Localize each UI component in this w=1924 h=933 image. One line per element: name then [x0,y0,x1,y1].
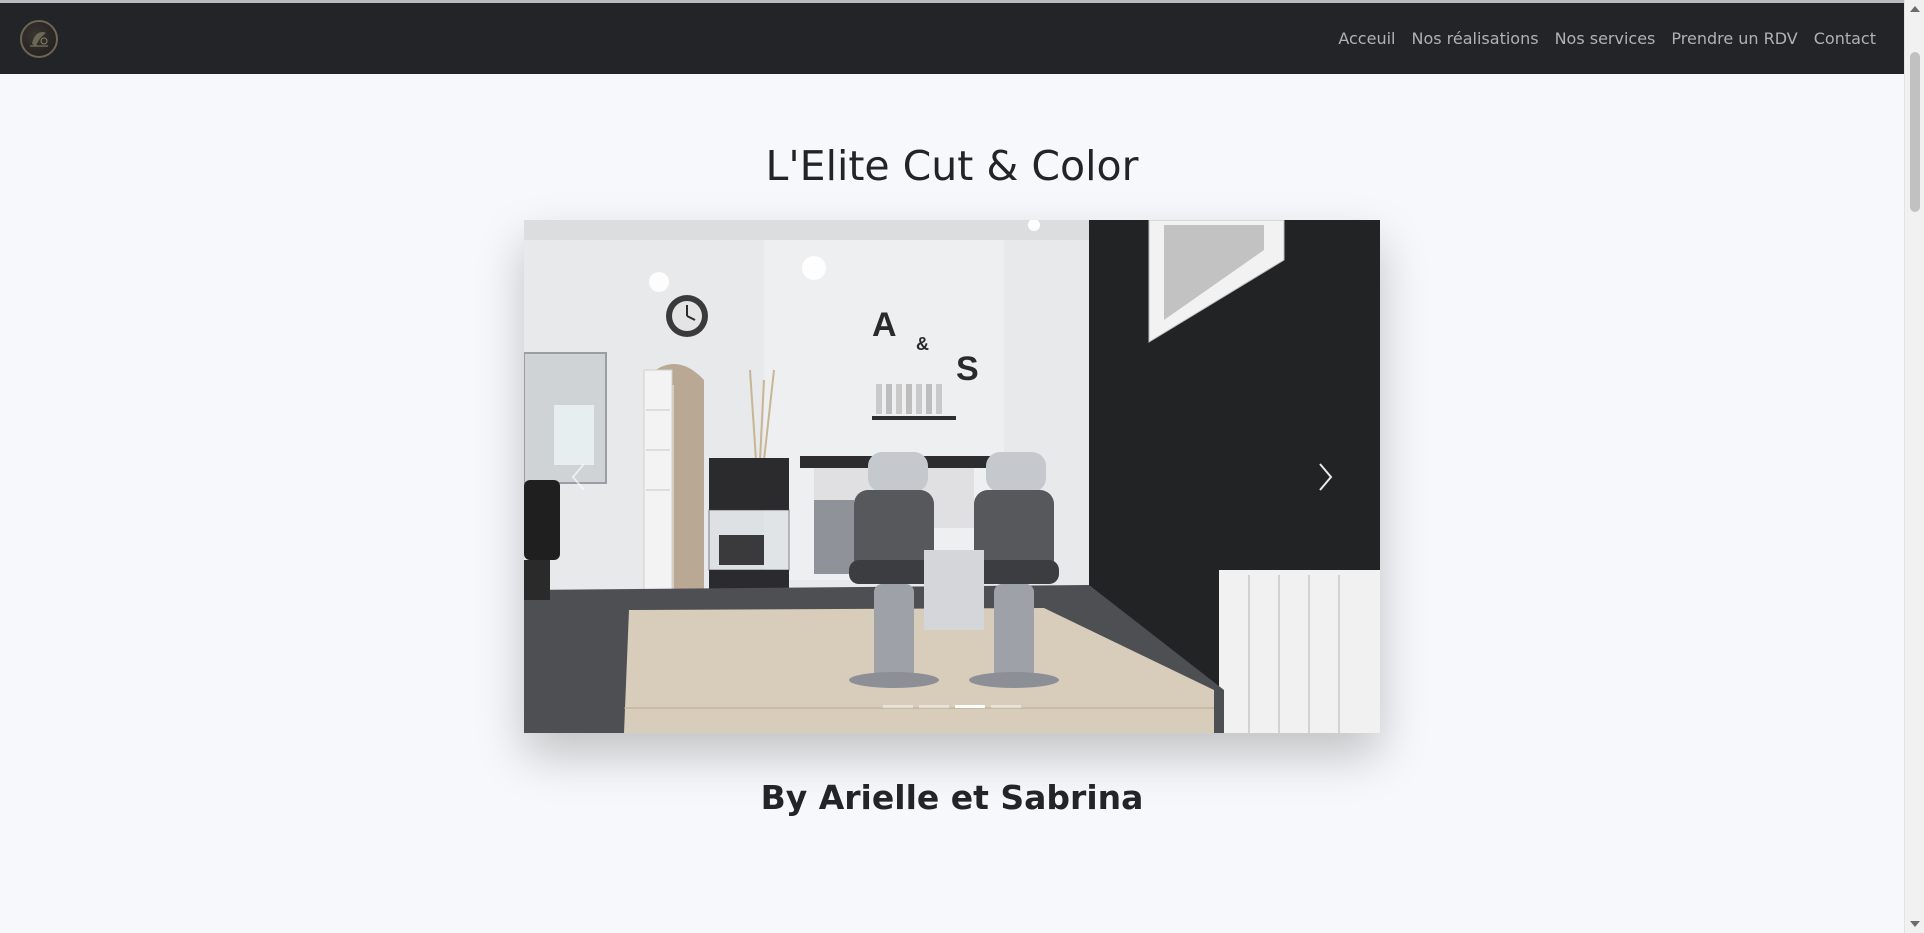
scroll-up-arrow-icon[interactable] [1910,6,1920,12]
wall-letter-s: S [956,350,979,388]
carousel-indicator[interactable] [955,705,985,708]
chevron-left-icon [571,462,585,491]
carousel-prev-button[interactable] [524,220,634,733]
main-nav: Acceuil Nos réalisations Nos services Pr… [1338,29,1876,48]
chevron-right-icon [1319,462,1333,491]
page-scrollbar[interactable] [1904,0,1924,933]
salon-logo[interactable] [20,19,58,58]
scroll-down-arrow-icon[interactable] [1910,921,1920,927]
nav-link-realisations[interactable]: Nos réalisations [1411,29,1538,48]
nav-link-contact[interactable]: Contact [1814,29,1876,48]
page-subtitle: By Arielle et Sabrina [760,778,1144,817]
nav-link-services[interactable]: Nos services [1555,29,1656,48]
carousel-slide-image: A & S [524,220,1380,733]
page-title: L'Elite Cut & Color [765,142,1139,190]
carousel-next-button[interactable] [1270,220,1380,733]
navbar: Acceuil Nos réalisations Nos services Pr… [0,3,1904,74]
nav-link-acceuil[interactable]: Acceuil [1338,29,1395,48]
wall-letter-amp: & [916,334,929,354]
wall-letter-a: A [872,306,897,344]
carousel-indicator[interactable] [919,705,949,708]
scroll-thumb[interactable] [1910,52,1920,212]
carousel-indicator[interactable] [991,705,1021,708]
carousel-indicator[interactable] [883,705,913,708]
carousel-indicators [883,705,1021,708]
salon-carousel[interactable]: A & S [524,220,1380,733]
nav-link-rdv[interactable]: Prendre un RDV [1671,29,1797,48]
